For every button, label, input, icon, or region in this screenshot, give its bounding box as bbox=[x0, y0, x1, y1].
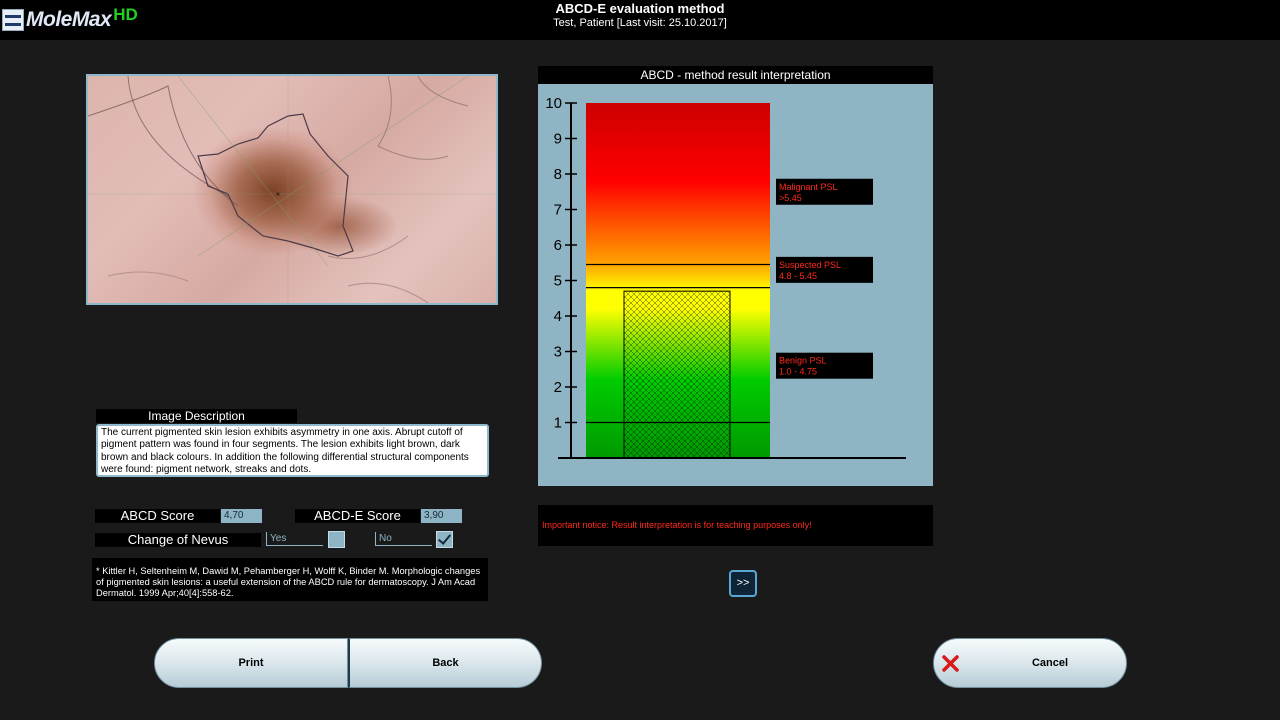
lesion-overlay bbox=[88, 76, 496, 303]
zone-name: Malignant PSL bbox=[779, 182, 838, 192]
no-checkbox[interactable] bbox=[436, 531, 453, 548]
print-button-label: Print bbox=[238, 657, 264, 669]
zone-label: Benign PSL1.0 - 4.75 bbox=[776, 352, 873, 379]
chart-title: ABCD - method result interpretation bbox=[538, 66, 933, 84]
zone-range: 4.8 - 5.45 bbox=[779, 271, 817, 281]
back-button[interactable]: Back bbox=[348, 638, 542, 688]
image-description-text: The current pigmented skin lesion exhibi… bbox=[96, 424, 489, 477]
next-button[interactable]: >> bbox=[729, 570, 757, 597]
abcde-score-value: 3,90 bbox=[421, 509, 462, 523]
zone-label: Suspected PSL4.8 - 5.45 bbox=[776, 256, 873, 283]
page-title: ABCD-E evaluation method bbox=[555, 1, 725, 16]
yes-option-label: Yes bbox=[266, 532, 323, 546]
zone-range: >5.45 bbox=[779, 193, 802, 203]
patient-info: Test, Patient [Last visit: 25.10.2017] bbox=[553, 17, 727, 29]
chart-svg: 1 2 3 4 5 6 7 8 9 10 Malignant PSL>5.45 Suspected P… bbox=[538, 84, 933, 486]
y-tick-label: 2 bbox=[554, 379, 562, 396]
change-of-nevus-label: Change of Nevus bbox=[95, 533, 261, 547]
yes-checkbox[interactable] bbox=[328, 531, 345, 548]
title-bar: MoleMax HD ABCD-E evaluation method Test… bbox=[0, 0, 1280, 40]
zone-range: 1.0 - 4.75 bbox=[779, 367, 817, 377]
cancel-button-label: Cancel bbox=[1031, 657, 1069, 669]
abcd-result-chart: 1 2 3 4 5 6 7 8 9 10 Malignant PSL >5.45 Suspected P… bbox=[538, 84, 933, 486]
abcd-score-value: 4,70 bbox=[221, 509, 262, 523]
y-tick-label: 7 bbox=[554, 202, 562, 219]
cancel-button[interactable]: Cancel bbox=[933, 638, 1127, 688]
y-tick-label: 10 bbox=[545, 95, 562, 112]
reference-citation: * Kittler H, Seltenheim M, Dawid M, Peha… bbox=[92, 558, 488, 601]
y-tick-label: 1 bbox=[554, 415, 562, 432]
important-notice: Important notice: Result interpretation … bbox=[538, 505, 933, 546]
close-icon bbox=[942, 655, 959, 672]
abcde-score-label: ABCD-E Score bbox=[295, 509, 420, 523]
y-tick-label: 8 bbox=[554, 166, 562, 183]
score-bar bbox=[623, 290, 731, 459]
image-description-header: Image Description bbox=[96, 409, 297, 423]
no-option-label: No bbox=[375, 532, 432, 546]
y-tick-label: 5 bbox=[554, 273, 562, 290]
y-tick-label: 4 bbox=[554, 308, 562, 325]
y-tick-label: 3 bbox=[554, 344, 562, 361]
y-tick-label: 6 bbox=[554, 237, 562, 254]
y-tick-label: 9 bbox=[554, 131, 562, 148]
print-button[interactable]: Print bbox=[154, 638, 348, 688]
zone-label: Malignant PSL>5.45 bbox=[776, 178, 873, 205]
lesion-image bbox=[86, 74, 498, 305]
back-button-label: Back bbox=[432, 657, 459, 669]
abcd-score-label: ABCD Score bbox=[95, 509, 220, 523]
zone-name: Suspected PSL bbox=[779, 260, 841, 270]
zone-name: Benign PSL bbox=[779, 356, 827, 366]
